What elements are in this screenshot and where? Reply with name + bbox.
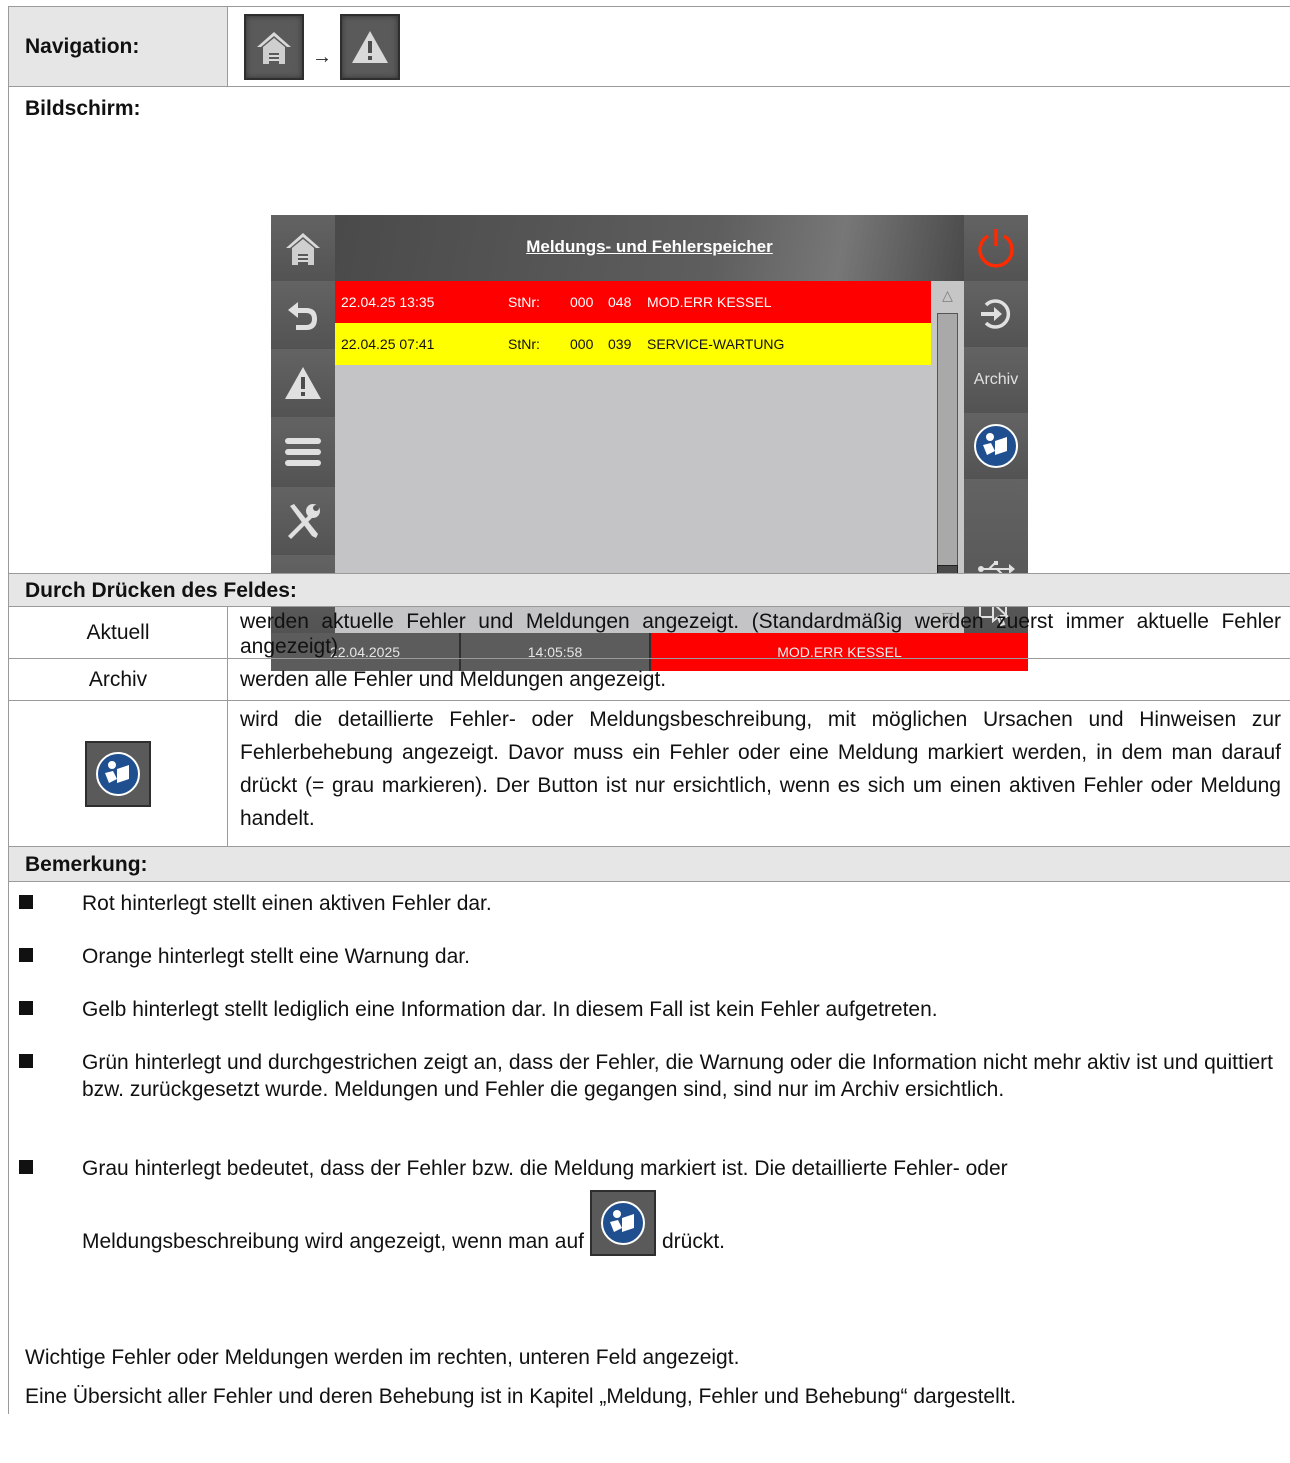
login-button[interactable] [964,281,1028,349]
message-date: 22.04.25 13:35 [341,294,435,310]
remarks-header: Bemerkung: [9,846,1290,881]
press-row-archiv: Archiv werden alle Fehler und Meldungen … [9,658,1290,700]
manual-reader-icon [96,751,140,796]
scroll-track[interactable] [937,313,958,603]
service-tools-button[interactable] [271,487,335,557]
home-icon [286,233,320,265]
press-desc: werden aktuelle Fehler und Meldungen ang… [240,610,1281,658]
navigation-row: Navigation: → [9,6,1290,86]
remark-bullet-line2: Meldungsbeschreibung wird angezeigt, wen… [82,1190,725,1256]
message-number-1: 000 [570,336,594,352]
message-row[interactable]: 22.04.25 13:35 StNr: 000 048 MOD.ERR KES… [335,281,931,323]
press-section-header: Durch Drücken des Feldes: [9,573,1290,606]
message-number-2: 048 [608,294,632,310]
back-button[interactable] [271,281,335,351]
power-icon [978,229,1014,268]
screen-titlebar: Meldungs- und Fehlerspeicher [335,215,964,281]
manual-button[interactable] [85,740,151,807]
document: Navigation: → Bildschirm: Meldungs- und … [8,6,1290,1414]
press-key-icon [9,701,228,846]
manual-reader-icon [974,424,1018,468]
home-nav-button[interactable] [244,13,304,80]
navigation-label: Navigation: [9,7,228,86]
menu-icon [285,438,321,466]
home-icon [257,31,291,64]
press-row-manual: wird die detaillierte Fehler- oder Meldu… [9,700,1290,846]
tools-icon [288,504,320,539]
login-icon [981,299,1011,329]
navigation-path: → [228,7,1290,86]
message-number-1: 000 [570,294,594,310]
message-row[interactable]: 22.04.25 07:41 StNr: 000 039 SERVICE-WAR… [335,323,931,365]
message-text: MOD.ERR KESSEL [647,294,772,310]
message-text: SERVICE-WARTUNG [647,336,785,352]
nav-arrow: → [312,46,332,68]
message-number-2: 039 [608,336,632,352]
manual-reader-icon [600,1201,645,1245]
screen-label: Bildschirm: [25,97,141,120]
remark-paragraph: Eine Übersicht aller Fehler und deren Be… [25,1385,1017,1408]
message-stnr-label: StNr: [508,294,540,310]
remark-paragraph: Wichtige Fehler oder Meldungen werden im… [25,1346,740,1369]
remarks-body: Rot hinterlegt stellt einen aktiven Fehl… [9,881,1290,1414]
archive-label: Archiv [973,371,1019,388]
remark-line2-a: Meldungsbeschreibung wird angezeigt, wen… [82,1230,584,1253]
message-date: 22.04.25 07:41 [341,336,435,352]
screen-title: Meldungs- und Fehlerspeicher [526,237,773,256]
left-toolbar [271,215,335,633]
right-toolbar: Archiv [964,215,1028,633]
power-button[interactable] [964,215,1028,283]
press-desc: wird die detaillierte Fehler- oder Meldu… [240,708,1281,830]
remark-line2-b: drückt. [661,1230,726,1253]
message-stnr-label: StNr: [508,336,540,352]
warning-icon [285,367,321,399]
home-button[interactable] [271,215,335,283]
back-icon [288,302,317,330]
press-key: Aktuell [9,607,228,658]
manual-inline-button [589,1190,656,1256]
warning-button[interactable] [271,349,335,419]
press-desc: werden alle Fehler und Meldungen angezei… [240,668,667,691]
screen-row: Bildschirm: Meldungs- und Fehlerspeicher… [9,86,1290,671]
warning-icon [352,30,388,63]
press-row-aktuell: Aktuell werden aktuelle Fehler und Meldu… [9,606,1290,658]
archive-button[interactable]: Archiv [964,347,1028,415]
menu-button[interactable] [271,417,335,489]
scroll-up-icon[interactable]: △ [931,287,964,304]
press-key: Archiv [9,659,228,700]
warning-nav-button[interactable] [340,13,400,80]
manual-button[interactable] [964,413,1028,481]
